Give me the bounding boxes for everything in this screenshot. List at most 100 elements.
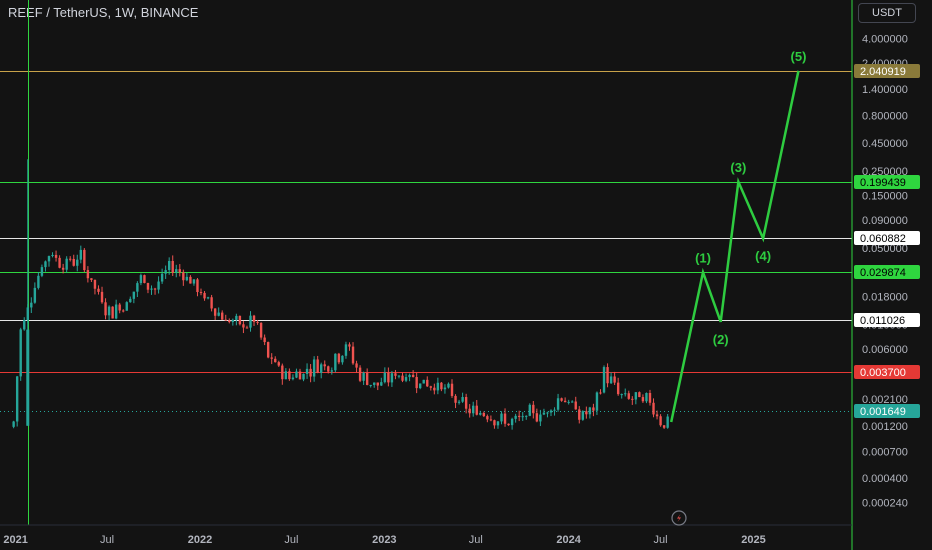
candle-body bbox=[274, 358, 277, 363]
candle-body bbox=[592, 407, 595, 411]
candle-body bbox=[213, 308, 217, 316]
candle-body bbox=[167, 260, 171, 271]
candle-body bbox=[153, 288, 157, 290]
candle-body bbox=[461, 397, 464, 402]
candle-body bbox=[560, 398, 563, 401]
candle-body bbox=[26, 329, 30, 426]
candle-body bbox=[563, 400, 567, 403]
candle-body bbox=[266, 342, 270, 358]
candle-body bbox=[358, 367, 362, 381]
price-tag-label: 0.060882 bbox=[860, 233, 906, 245]
candle-body bbox=[245, 327, 249, 329]
price-tag-label: 0.029874 bbox=[860, 267, 906, 279]
candle-body bbox=[599, 392, 602, 394]
candle-body bbox=[652, 402, 655, 415]
x-tick-label: 2021 bbox=[3, 534, 27, 546]
candle-body bbox=[578, 409, 581, 420]
price-tag-label: 0.199439 bbox=[860, 177, 906, 189]
y-tick-label: 0.800000 bbox=[862, 110, 908, 122]
candle-body bbox=[479, 412, 482, 415]
candle-body bbox=[390, 373, 394, 383]
candle-body bbox=[631, 398, 634, 400]
candle-body bbox=[507, 423, 510, 426]
candle-body bbox=[40, 267, 44, 276]
candle-body bbox=[553, 409, 556, 411]
wave-label: (5) bbox=[791, 49, 807, 64]
candle-body bbox=[224, 319, 227, 321]
candle-body bbox=[295, 371, 298, 378]
candle-body bbox=[334, 353, 337, 371]
candle-body bbox=[44, 261, 47, 268]
candle-body bbox=[185, 276, 189, 281]
candle-body bbox=[320, 364, 323, 373]
y-tick-label: 0.000700 bbox=[862, 446, 908, 458]
y-tick-label: 0.018000 bbox=[862, 292, 908, 304]
candle-body bbox=[238, 315, 242, 325]
candle-body bbox=[468, 408, 471, 414]
candle-body bbox=[327, 366, 330, 372]
price-chart[interactable]: (1)(2)(3)(4)(5) 4.0000002.4000001.400000… bbox=[0, 0, 932, 550]
candle-body bbox=[217, 312, 220, 316]
wave-label: (4) bbox=[755, 248, 771, 263]
candle-body bbox=[581, 411, 585, 420]
candle-body bbox=[323, 364, 326, 367]
y-tick-label: 0.150000 bbox=[862, 190, 908, 202]
candle-body bbox=[532, 404, 535, 414]
candle-body bbox=[160, 273, 164, 282]
candle-body bbox=[164, 270, 167, 274]
candle-body bbox=[638, 392, 641, 398]
candle-body bbox=[521, 416, 524, 418]
candle-body bbox=[305, 368, 309, 374]
candle-body bbox=[118, 304, 121, 311]
candle-body bbox=[189, 276, 192, 284]
candle-body bbox=[482, 412, 486, 417]
candle-body bbox=[426, 379, 429, 387]
x-tick-label: Jul bbox=[100, 534, 114, 546]
candle-body bbox=[79, 249, 83, 260]
candle-body bbox=[252, 315, 256, 322]
candle-body bbox=[440, 382, 443, 390]
candle-body bbox=[418, 383, 422, 389]
candle-body bbox=[429, 386, 432, 388]
candles-layer bbox=[12, 159, 669, 430]
y-tick-label: 0.450000 bbox=[862, 138, 908, 150]
candle-body bbox=[422, 379, 425, 384]
x-tick-label: Jul bbox=[654, 534, 668, 546]
candle-body bbox=[666, 416, 669, 428]
candle-body bbox=[433, 387, 436, 391]
candle-body bbox=[97, 288, 100, 292]
candle-body bbox=[556, 398, 560, 410]
candle-body bbox=[627, 393, 630, 399]
candle-body bbox=[284, 371, 288, 380]
candle-body bbox=[369, 384, 372, 386]
x-tick-label: 2023 bbox=[372, 534, 396, 546]
levels-layer bbox=[0, 0, 852, 525]
candle-body bbox=[450, 383, 454, 396]
candle-body bbox=[351, 346, 355, 364]
candle-body bbox=[365, 372, 369, 385]
candle-body bbox=[196, 279, 199, 293]
candle-body bbox=[143, 275, 146, 283]
candle-body bbox=[355, 363, 358, 368]
price-tag-label: 2.040919 bbox=[860, 66, 906, 78]
candle-body bbox=[100, 291, 104, 303]
candle-body bbox=[602, 367, 606, 393]
candle-body bbox=[83, 249, 86, 271]
wave-projection-line bbox=[669, 70, 800, 423]
candle-body bbox=[302, 373, 305, 380]
candle-body bbox=[528, 404, 531, 416]
replay-icon[interactable] bbox=[671, 510, 687, 526]
candle-body bbox=[129, 298, 132, 303]
candle-body bbox=[111, 306, 114, 319]
candle-body bbox=[51, 254, 54, 257]
candle-body bbox=[606, 367, 609, 384]
candle-body bbox=[107, 306, 111, 316]
candle-body bbox=[309, 368, 312, 377]
wave-label: (1) bbox=[695, 250, 711, 265]
candle-body bbox=[15, 376, 19, 422]
candle-body bbox=[291, 377, 295, 380]
y-tick-label: 0.000400 bbox=[862, 473, 908, 485]
candle-body bbox=[574, 401, 577, 410]
candle-body bbox=[588, 407, 592, 415]
y-tick-label: 0.090000 bbox=[862, 215, 908, 227]
